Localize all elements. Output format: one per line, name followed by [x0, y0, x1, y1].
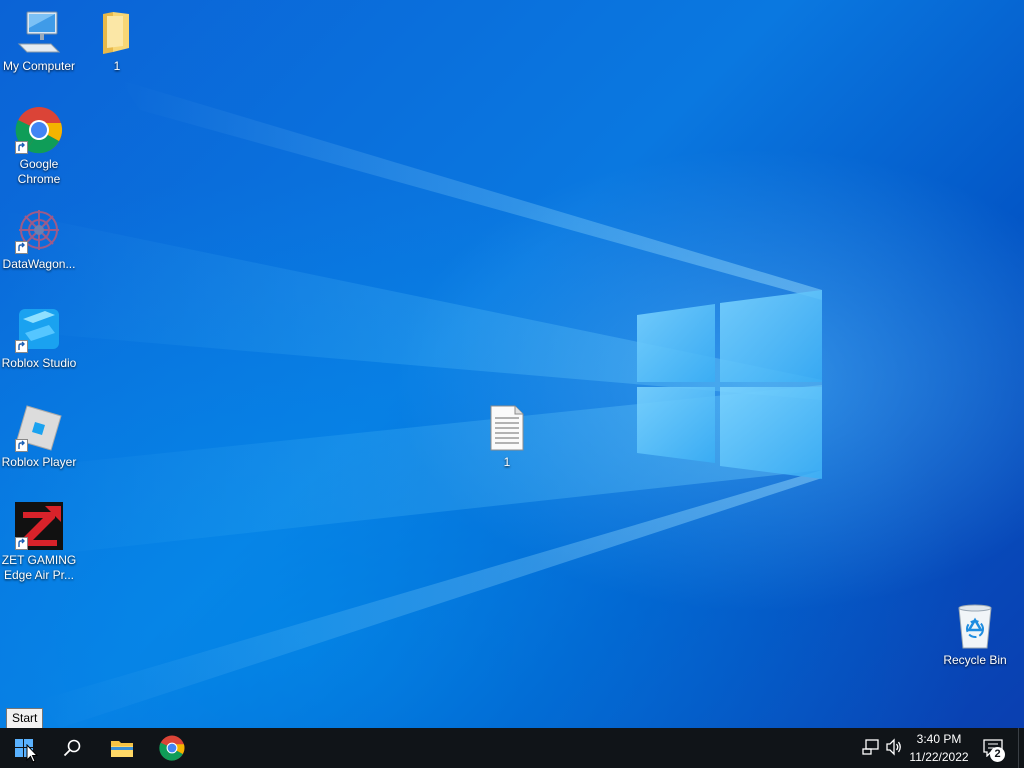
desktop-icon-zet-gaming[interactable]: ZET GAMING Edge Air Pr...: [0, 502, 78, 583]
start-tooltip: Start: [6, 708, 44, 729]
shortcut-arrow-icon: [15, 141, 28, 154]
desktop-icon-recycle-bin[interactable]: Recycle Bin: [936, 602, 1014, 668]
chrome-icon: [15, 106, 63, 154]
network-icon[interactable]: [862, 738, 880, 756]
clock-date: 11/22/2022: [909, 750, 969, 764]
desktop-icon-roblox-studio[interactable]: Roblox Studio: [0, 305, 78, 371]
notification-count-badge: 2: [990, 747, 1005, 762]
desktop-icon-label: Roblox Player: [1, 455, 77, 469]
desktop-icon-label: ZET GAMING Edge Air Pr...: [1, 553, 77, 582]
shortcut-arrow-icon: [15, 537, 28, 550]
desktop-icon-label: Roblox Studio: [1, 356, 77, 370]
file-explorer-icon: [111, 741, 133, 757]
desktop-icon-folder-1[interactable]: 1: [78, 8, 156, 74]
mouse-cursor-icon: [26, 744, 38, 763]
start-button[interactable]: [0, 728, 48, 768]
desktop-icon-label: 1: [113, 59, 121, 73]
zet-gaming-icon: [15, 502, 63, 550]
shortcut-arrow-icon: [15, 241, 28, 254]
chrome-icon: [159, 735, 185, 761]
wallpaper-beams: [0, 80, 822, 728]
recycle-bin-icon: [951, 602, 999, 650]
clock-time: 3:40 PM: [916, 732, 962, 746]
text-document-icon: [483, 404, 531, 452]
action-center-button[interactable]: 2: [980, 728, 1010, 768]
desktop-icon-datawagon[interactable]: DataWagon...: [0, 206, 78, 272]
desktop-icon-roblox-player[interactable]: Roblox Player: [0, 404, 78, 470]
windows-logo-wallpaper: [637, 290, 822, 479]
volume-icon[interactable]: [885, 738, 903, 756]
clock[interactable]: 3:40 PM 11/22/2022: [904, 730, 974, 766]
desktop-wallpaper: [0, 0, 1024, 728]
roblox-player-icon: [15, 404, 63, 452]
roblox-studio-icon: [15, 305, 63, 353]
desktop-icon-text-file-1[interactable]: 1: [468, 404, 546, 470]
taskbar: 3:40 PM 11/22/2022 2: [0, 728, 1024, 768]
shortcut-arrow-icon: [15, 340, 28, 353]
desktop-icon-label: 1: [503, 455, 511, 469]
datawagon-icon: [15, 206, 63, 254]
file-explorer-button[interactable]: [98, 728, 146, 768]
show-desktop-button[interactable]: [1018, 728, 1019, 768]
chrome-taskbar-button[interactable]: [148, 728, 196, 768]
desktop-icon-my-computer[interactable]: My Computer: [0, 8, 78, 74]
desktop-icon-label: Google Chrome: [17, 157, 61, 186]
desktop-icon-label: My Computer: [2, 59, 76, 73]
search-icon: [63, 739, 81, 757]
computer-icon: [15, 8, 63, 56]
folder-icon: [93, 8, 141, 56]
shortcut-arrow-icon: [15, 439, 28, 452]
desktop-icon-label: DataWagon...: [2, 257, 76, 271]
desktop-icon-google-chrome[interactable]: Google Chrome: [0, 106, 78, 187]
search-button[interactable]: [48, 728, 96, 768]
desktop-icon-label: Recycle Bin: [943, 653, 1007, 667]
